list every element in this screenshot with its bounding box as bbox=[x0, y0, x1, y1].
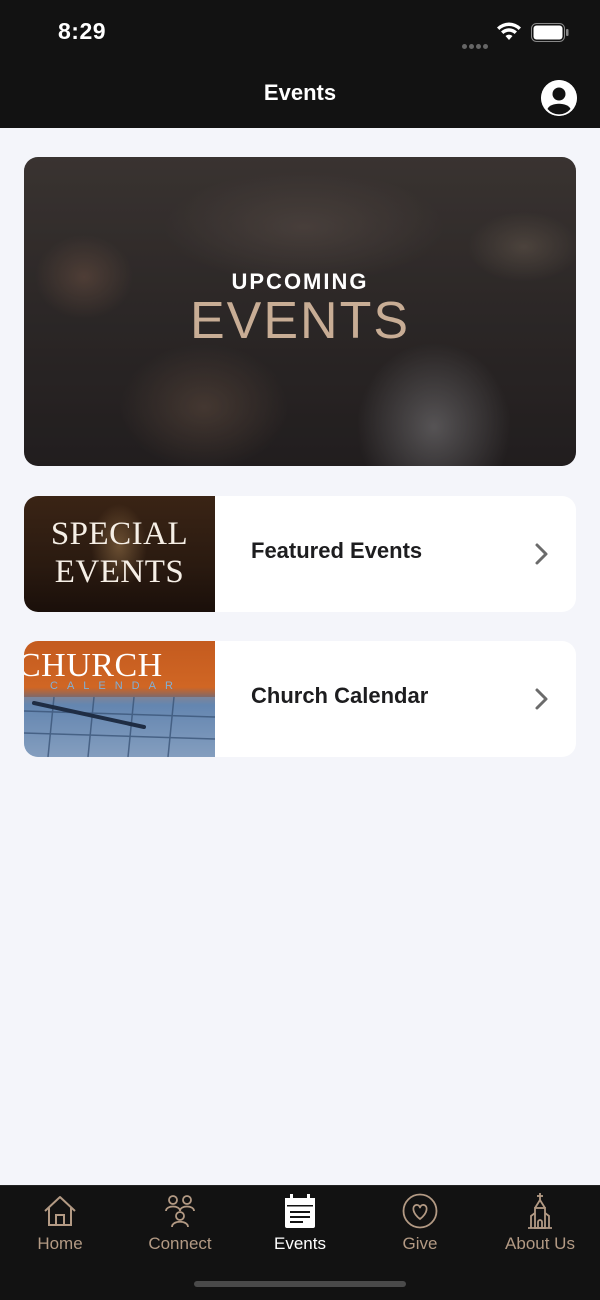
chevron-right-icon bbox=[535, 688, 548, 710]
tab-home[interactable]: Home bbox=[0, 1186, 120, 1266]
page-title: Events bbox=[263, 80, 337, 105]
calendar-icon bbox=[285, 1194, 315, 1228]
wifi-icon bbox=[497, 22, 521, 40]
tab-label: Home bbox=[37, 1234, 83, 1253]
hero-title-line2: EVENTS bbox=[189, 292, 411, 350]
thumbnail-text-line2: EVENTS bbox=[54, 554, 185, 590]
thumbnail-text-line1: SPECIAL bbox=[50, 516, 189, 552]
tab-events[interactable]: Events bbox=[240, 1186, 360, 1266]
thumbnail-text-line2: CALENDAR bbox=[50, 680, 182, 692]
bottom-tab-bar: Home Connect Events Give About Us bbox=[0, 1185, 600, 1300]
app-header: 8:29 Events bbox=[0, 0, 600, 128]
special-events-thumbnail: SPECIAL EVENTS bbox=[24, 496, 215, 612]
card-label: Featured Events bbox=[251, 538, 423, 563]
signal-icon bbox=[462, 36, 490, 54]
home-icon bbox=[44, 1196, 76, 1226]
upcoming-events-banner[interactable]: UPCOMING EVENTS bbox=[24, 157, 576, 466]
people-icon bbox=[165, 1195, 195, 1228]
tab-about-us[interactable]: About Us bbox=[480, 1186, 600, 1266]
card-label: Church Calendar bbox=[251, 683, 429, 708]
tab-connect[interactable]: Connect bbox=[120, 1186, 240, 1266]
tab-give[interactable]: Give bbox=[360, 1186, 480, 1266]
home-indicator[interactable] bbox=[194, 1281, 406, 1287]
church-icon bbox=[528, 1193, 552, 1229]
chevron-right-icon bbox=[535, 543, 548, 565]
tab-label: About Us bbox=[505, 1234, 575, 1253]
battery-icon bbox=[531, 23, 569, 42]
featured-events-card[interactable]: SPECIAL EVENTS Featured Events bbox=[24, 496, 576, 612]
tab-label: Connect bbox=[148, 1234, 212, 1253]
tab-label: Events bbox=[274, 1234, 326, 1253]
status-time: 8:29 bbox=[58, 18, 107, 44]
tab-label: Give bbox=[402, 1234, 438, 1253]
church-calendar-card[interactable]: CHURCH CALENDAR Church Calendar bbox=[24, 641, 576, 757]
heart-icon bbox=[402, 1193, 438, 1229]
profile-icon[interactable] bbox=[541, 80, 577, 116]
calendar-grid-graphic bbox=[24, 697, 215, 757]
church-calendar-thumbnail: CHURCH CALENDAR bbox=[24, 641, 215, 757]
